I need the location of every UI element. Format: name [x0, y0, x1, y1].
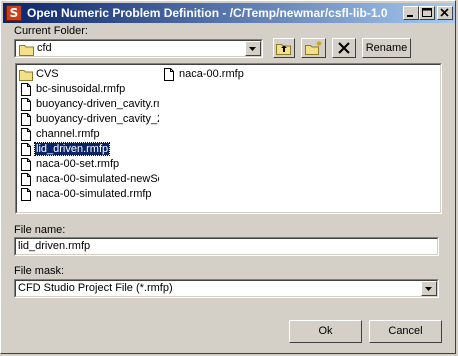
list-item-label: naca-00-simulated.rmfp: [36, 188, 152, 200]
delete-icon: [338, 42, 350, 54]
list-item[interactable]: naca-00-simulated-newSet.rmfp: [19, 172, 159, 187]
file-mask-value: CFD Studio Project File (*.rmfp): [18, 282, 173, 294]
file-icon: [21, 173, 31, 186]
rename-button-label: Rename: [365, 42, 408, 54]
file-name-value: lid_driven.rmfp: [18, 240, 91, 252]
file-icon: [21, 158, 31, 171]
rename-button[interactable]: Rename: [362, 38, 411, 58]
list-item-label: buoyancy-driven_cavity_2.rmfp: [36, 113, 159, 125]
ok-button[interactable]: Ok: [289, 320, 362, 343]
file-icon: [21, 98, 31, 111]
close-button[interactable]: [437, 6, 453, 20]
file-icon: [21, 83, 31, 96]
list-item[interactable]: naca-00-simulated.rmfp: [19, 187, 159, 202]
title-bar[interactable]: S Open Numeric Problem Definition - /C/T…: [3, 3, 455, 23]
file-icon: [21, 188, 31, 201]
up-folder-icon: [276, 44, 291, 55]
list-item-label: naca-00-simulated-newSet.rmfp: [36, 173, 159, 185]
file-icon: [21, 128, 31, 141]
ok-button-label: Ok: [318, 325, 333, 337]
new-folder-button[interactable]: [301, 38, 326, 58]
list-item[interactable]: naca-00-set.rmfp: [19, 157, 159, 172]
folder-icon: [19, 70, 33, 81]
app-icon[interactable]: S: [6, 5, 22, 21]
list-item-label: channel.rmfp: [36, 128, 100, 140]
close-icon: [440, 8, 449, 17]
list-item-label: naca-00.rmfp: [179, 68, 244, 80]
new-folder-icon: [305, 41, 322, 55]
file-mask-dropdown-button[interactable]: [421, 281, 437, 296]
file-name-label: File name:: [14, 224, 66, 236]
list-item-label: buoyancy-driven_cavity.rmfp: [36, 98, 159, 110]
list-item[interactable]: buoyancy-driven_cavity.rmfp: [19, 97, 159, 112]
list-item-selected[interactable]: lid_driven.rmfp: [19, 142, 159, 157]
list-item[interactable]: naca-00.rmfp: [162, 67, 302, 82]
cancel-button[interactable]: Cancel: [369, 320, 442, 343]
list-item[interactable]: CVS: [19, 67, 159, 82]
current-folder-combo[interactable]: cfd: [14, 39, 263, 58]
list-item-label: lid_driven.rmfp: [33, 142, 111, 156]
file-mask-select[interactable]: CFD Studio Project File (*.rmfp): [14, 279, 439, 298]
list-item[interactable]: channel.rmfp: [19, 127, 159, 142]
file-name-input[interactable]: lid_driven.rmfp: [14, 237, 439, 256]
up-folder-button[interactable]: [273, 38, 295, 58]
delete-button[interactable]: [332, 38, 356, 58]
window-title: Open Numeric Problem Definition - /C/Tem…: [27, 6, 387, 20]
cancel-button-label: Cancel: [388, 325, 423, 337]
list-item[interactable]: buoyancy-driven_cavity_2.rmfp: [19, 112, 159, 127]
dialog-window: S Open Numeric Problem Definition - /C/T…: [0, 0, 456, 354]
file-icon: [164, 68, 174, 81]
current-folder-label: Current Folder:: [14, 25, 88, 37]
chevron-down-icon: [249, 47, 256, 51]
folder-dropdown-button[interactable]: [245, 41, 261, 56]
current-folder-value: cfd: [37, 42, 52, 54]
file-icon: [21, 143, 31, 156]
maximize-button[interactable]: [419, 6, 435, 20]
list-item[interactable]: bc-sinusoidal.rmfp: [19, 82, 159, 97]
chevron-down-icon: [425, 287, 432, 291]
file-icon: [21, 113, 31, 126]
minimize-button[interactable]: [403, 6, 419, 20]
file-list[interactable]: CVS bc-sinusoidal.rmfp buoyancy-driven_c…: [15, 63, 442, 214]
folder-icon: [19, 45, 34, 56]
list-item-label: bc-sinusoidal.rmfp: [36, 83, 126, 95]
maximize-icon: [422, 8, 432, 17]
list-item-label: CVS: [36, 68, 59, 80]
minimize-icon: [407, 15, 413, 17]
file-mask-label: File mask:: [14, 265, 65, 277]
list-item-label: naca-00-set.rmfp: [36, 158, 120, 170]
